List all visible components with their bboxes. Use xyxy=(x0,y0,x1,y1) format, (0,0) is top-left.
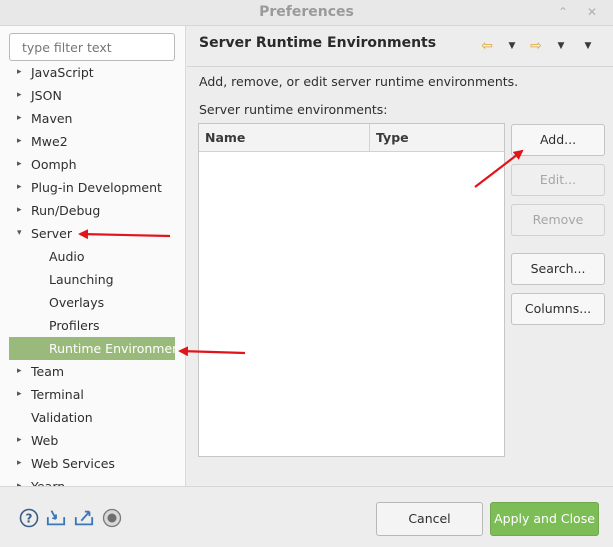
tree-item-json[interactable]: ▸ JSON xyxy=(0,84,185,107)
expand-icon[interactable]: ▸ xyxy=(17,360,27,383)
tree-item-launching[interactable]: Launching xyxy=(0,268,185,291)
preferences-tree: ▸ JavaScript ▸ JSON ▸ Maven ▸ Mwe2 ▸ Oomph ▸ P… xyxy=(0,61,185,486)
table-header: Name Type xyxy=(199,124,504,152)
column-header-type[interactable]: Type xyxy=(369,124,504,152)
import-preferences-icon[interactable] xyxy=(46,508,66,528)
runtime-list-label: Server runtime environments: xyxy=(199,102,388,117)
cancel-button[interactable]: Cancel xyxy=(376,502,483,536)
tree-item-mwe2[interactable]: ▸ Mwe2 xyxy=(0,130,185,153)
expand-icon[interactable]: ▸ xyxy=(17,61,27,84)
tree-item-server[interactable]: ▾ Server xyxy=(0,222,185,245)
preferences-sidebar: ▸JavaScript ▸JSON ▸Maven ▸Mwe2 ▸Oomph ▸P… xyxy=(0,26,186,486)
oomph-record-icon[interactable] xyxy=(102,508,122,528)
restore-window-button[interactable]: ⌃ xyxy=(555,4,571,20)
columns-button[interactable]: Columns... xyxy=(511,293,605,325)
expand-icon[interactable]: ▸ xyxy=(17,199,27,222)
expand-icon[interactable]: ▸ xyxy=(17,452,27,475)
expand-icon[interactable]: ▸ xyxy=(17,475,27,486)
search-button[interactable]: Search... xyxy=(511,253,605,285)
tree-item-audio[interactable]: Audio xyxy=(0,245,185,268)
dialog-button-bar: ? Cancel Apply and Close xyxy=(0,486,613,547)
page-description: Add, remove, or edit server runtime envi… xyxy=(199,74,519,89)
expand-icon[interactable]: ▸ xyxy=(17,153,27,176)
expand-icon[interactable]: ▸ xyxy=(17,429,27,452)
tree-item-plugin-development[interactable]: ▸ Plug-in Development xyxy=(0,176,185,199)
back-arrow-icon[interactable]: ⇦ xyxy=(478,38,496,54)
svg-text:?: ? xyxy=(26,512,33,526)
help-icon[interactable]: ? xyxy=(19,508,39,528)
runtime-environments-table[interactable]: Name Type xyxy=(198,123,505,457)
tree-item-terminal[interactable]: ▸ Terminal xyxy=(0,383,185,406)
window-title: Preferences xyxy=(259,4,354,20)
collapse-icon[interactable]: ▾ xyxy=(17,222,27,245)
window-titlebar: Preferences ⌃ ✕ xyxy=(0,0,613,26)
remove-button[interactable]: Remove xyxy=(511,204,605,236)
export-preferences-icon[interactable] xyxy=(74,508,94,528)
forward-history-dropdown-icon[interactable]: ▼ xyxy=(555,39,567,53)
tree-item-maven[interactable]: ▸ Maven xyxy=(0,107,185,130)
tree-item-web[interactable]: ▸ Web xyxy=(0,429,185,452)
preference-page: Server Runtime Environments ⇦ ▼ ⇨ ▼ ▼ Ad… xyxy=(187,26,613,486)
expand-icon[interactable]: ▸ xyxy=(17,84,27,107)
tree-item-runtime-environments[interactable]: Runtime Environments xyxy=(9,337,185,360)
tree-item-validation[interactable]: Validation xyxy=(0,406,185,429)
tree-item-team[interactable]: ▸ Team xyxy=(0,360,185,383)
filter-input[interactable] xyxy=(9,33,175,61)
tree-item-yearn[interactable]: ▸Yearn xyxy=(0,475,185,486)
expand-icon[interactable]: ▸ xyxy=(17,130,27,153)
tree-item-profilers[interactable]: Profilers xyxy=(0,314,185,337)
tree-item-overlays[interactable]: Overlays xyxy=(0,291,185,314)
expand-icon[interactable]: ▸ xyxy=(17,107,27,130)
tree-item-web-services[interactable]: ▸ Web Services xyxy=(0,452,185,475)
tree-item-oomph[interactable]: ▸ Oomph xyxy=(0,153,185,176)
apply-and-close-button[interactable]: Apply and Close xyxy=(490,502,599,536)
page-title: Server Runtime Environments xyxy=(199,35,437,51)
tree-item-javascript[interactable]: ▸ JavaScript xyxy=(0,61,185,84)
column-header-name[interactable]: Name xyxy=(199,124,369,152)
expand-icon[interactable]: ▸ xyxy=(17,176,27,199)
add-button[interactable]: Add... xyxy=(511,124,605,156)
back-history-dropdown-icon[interactable]: ▼ xyxy=(506,39,518,53)
expand-icon[interactable]: ▸ xyxy=(17,383,27,406)
edit-button[interactable]: Edit... xyxy=(511,164,605,196)
close-window-button[interactable]: ✕ xyxy=(584,4,600,20)
forward-arrow-icon[interactable]: ⇨ xyxy=(527,38,545,54)
tree-item-run-debug[interactable]: ▸ Run/Debug xyxy=(0,199,185,222)
header-separator xyxy=(187,66,613,67)
view-menu-icon[interactable]: ▼ xyxy=(582,39,594,53)
